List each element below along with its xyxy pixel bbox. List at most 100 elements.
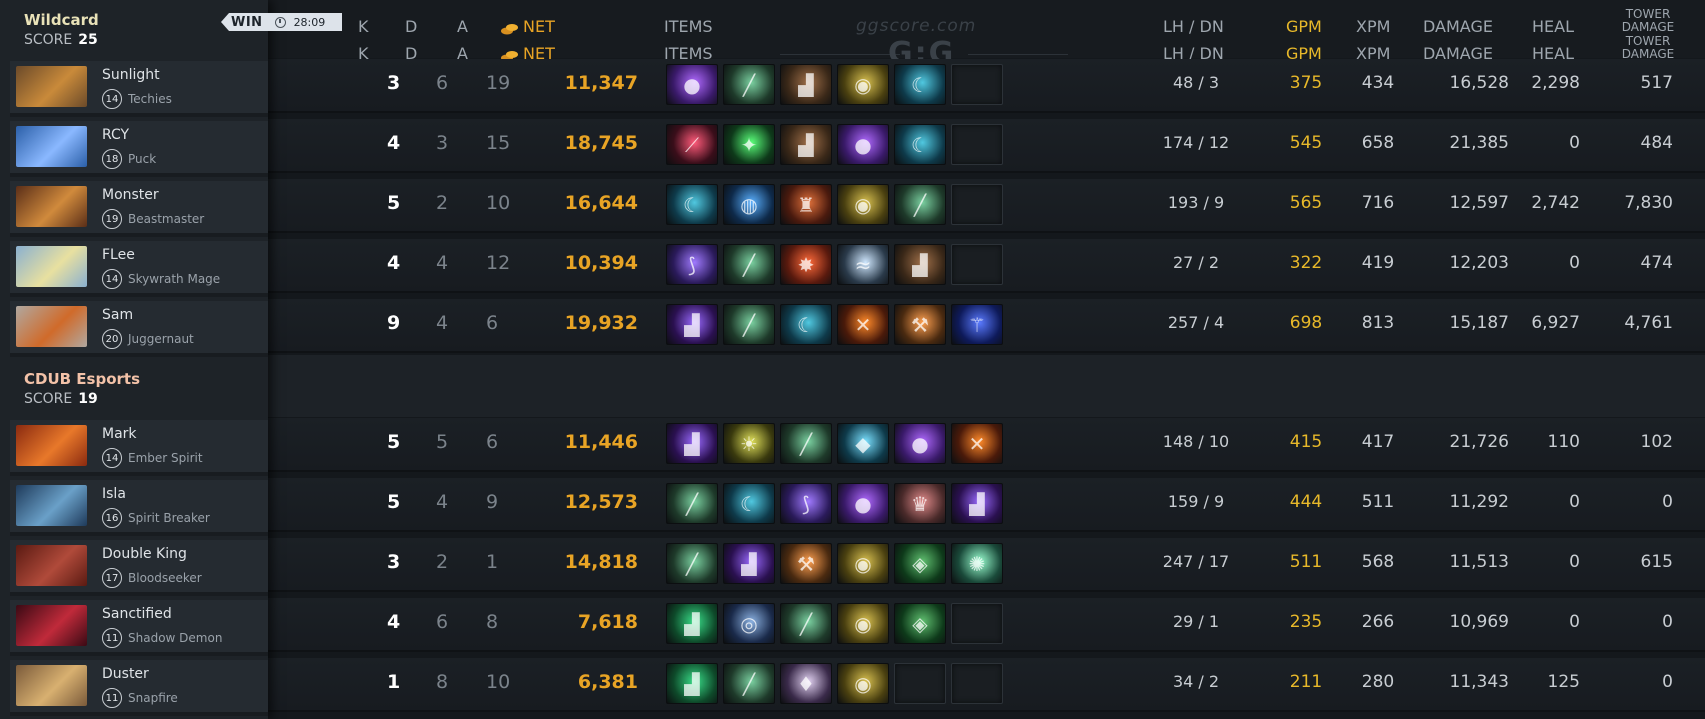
item-glyph: ☾ (911, 132, 929, 157)
assists-value: 6 (486, 312, 499, 334)
xpm-value: 280 (1361, 672, 1395, 692)
item-slots: ▟ ◎ ╱ ◉ ◈ (666, 603, 1003, 645)
player-card[interactable]: Sanctified 11 Shadow Demon (10, 600, 268, 656)
cloak-item-icon[interactable]: ◈ (894, 543, 946, 584)
kills-value: 5 (387, 192, 401, 214)
player-card[interactable]: Mark 14 Ember Spirit (10, 420, 268, 476)
assists-value: 10 (486, 192, 511, 214)
table-row[interactable]: 4 4 12 10,394 27 / 2 322 419 12,203 0 474 ⟆ ╱ ✸ ≈ ▟ (268, 239, 1705, 293)
staff-item-icon[interactable]: ╱ (780, 423, 832, 464)
boots-item-icon[interactable]: ▟ (780, 124, 832, 165)
heal-value: 125 (1547, 672, 1580, 692)
item-glyph: ╱ (742, 312, 756, 337)
cloak-item-icon[interactable]: ◈ (894, 603, 946, 644)
axe-item-icon[interactable]: ⚒ (780, 543, 832, 584)
table-row[interactable]: 5 5 6 11,446 148 / 10 415 417 21,726 110 102 ▟ ☀ ╱ ◆ ●… (268, 418, 1705, 472)
player-card[interactable]: Sunlight 14 Techies (10, 61, 268, 117)
player-card[interactable]: Sam 20 Juggernaut (10, 301, 268, 357)
robe-item-icon[interactable]: ♦ (780, 663, 832, 704)
staff-item-icon[interactable]: ╱ (894, 184, 946, 225)
scythe-item-icon[interactable]: ⟆ (666, 244, 718, 285)
scythe-item-icon[interactable]: ⟆ (780, 483, 832, 524)
item-glyph: ◆ (855, 431, 871, 456)
staff-item-icon[interactable]: ╱ (723, 244, 775, 285)
wind-item-icon[interactable]: ≈ (837, 244, 889, 285)
gpm-value: 211 (1289, 672, 1323, 692)
staff-item-icon[interactable]: ╱ (666, 543, 718, 584)
axe-item-icon[interactable]: ⚒ (894, 304, 946, 345)
blade-item-icon[interactable]: ☾ (894, 64, 946, 105)
deaths-value: 6 (436, 611, 449, 633)
table-row[interactable]: 3 6 19 11,347 48 / 3 375 434 16,528 2,298 517 ● ╱ ▟ ◉… (268, 59, 1705, 113)
player-card[interactable]: Monster 19 Beastmaster (10, 181, 268, 237)
orb-item-icon[interactable]: ● (666, 64, 718, 105)
table-row[interactable]: 3 2 1 14,818 247 / 17 511 568 11,513 0 615 ╱ ▟ ⚒ ◉ ◈ ✺ (268, 538, 1705, 592)
orb-item-icon[interactable]: ● (894, 423, 946, 464)
staff-item-icon[interactable]: ╱ (666, 483, 718, 524)
staff-item-icon[interactable]: ╱ (723, 64, 775, 105)
mask-item-icon[interactable]: ◉ (837, 184, 889, 225)
hero-level: 19 (102, 209, 122, 229)
player-card[interactable]: Isla 16 Spirit Breaker (10, 480, 268, 536)
blade-item-icon[interactable]: ☾ (780, 304, 832, 345)
boots-green-item-icon[interactable]: ▟ (666, 663, 718, 704)
boots-purple-item-icon[interactable]: ▟ (723, 543, 775, 584)
kills-value: 1 (387, 671, 401, 693)
net-worth-value: 11,446 (564, 431, 638, 453)
mask-item-icon[interactable]: ◉ (837, 663, 889, 704)
crossed-blades-item-icon[interactable]: ✕ (951, 423, 1003, 464)
globe-item-icon[interactable]: ◍ (723, 184, 775, 225)
score-value: 19 (78, 391, 98, 407)
crossed-blades-item-icon[interactable]: ✕ (837, 304, 889, 345)
armor-item-icon[interactable]: ♛ (894, 483, 946, 524)
crystal-item-icon[interactable]: ◆ (837, 423, 889, 464)
table-row[interactable]: 9 4 6 19,932 257 / 4 698 813 15,187 6,927 4,761 ▟ ╱… (268, 299, 1705, 353)
scepter-item-icon[interactable]: ⚚ (951, 304, 1003, 345)
boots-purple-item-icon[interactable]: ▟ (666, 423, 718, 464)
xpm-value: 511 (1361, 492, 1395, 512)
radiance-item-icon[interactable]: ☀ (723, 423, 775, 464)
hero-name: Bloodseeker (128, 571, 202, 585)
lens-item-icon[interactable]: ◎ (723, 603, 775, 644)
player-card[interactable]: Duster 11 Snapfire (10, 660, 268, 716)
staff-item-icon[interactable]: ╱ (723, 304, 775, 345)
orb-item-icon[interactable]: ● (837, 483, 889, 524)
table-row[interactable]: 5 4 9 12,573 159 / 9 444 511 11,292 0 0 ╱ ☾ ⟆ ● ♛ ▟ (268, 478, 1705, 532)
item-glyph: ⟆ (802, 491, 810, 516)
shield-item-icon[interactable]: ✸ (780, 244, 832, 285)
blade-item-icon[interactable]: ☾ (666, 184, 718, 225)
table-row[interactable]: 5 2 10 16,644 193 / 9 565 716 12,597 2,742 7,830 ☾… (268, 179, 1705, 233)
blade-item-icon[interactable]: ☾ (723, 483, 775, 524)
item-glyph: ▟ (798, 72, 814, 97)
watermark-text: ggscore.com (856, 16, 977, 36)
dagger-item-icon[interactable]: ⟋ (666, 124, 718, 165)
table-row[interactable]: 1 8 10 6,381 34 / 2 211 280 11,343 125 0 ▟ ╱ ♦ ◉ (268, 658, 1705, 712)
col-header-kills: K (358, 17, 369, 36)
table-row[interactable]: 4 3 15 18,745 174 / 12 545 658 21,385 0 484 ⟋ ✦ ▟ ● ☾ (268, 119, 1705, 173)
boots-purple-item-icon[interactable]: ▟ (951, 483, 1003, 524)
player-card[interactable]: RCY 18 Puck (10, 121, 268, 177)
boots-item-icon[interactable]: ▟ (894, 244, 946, 285)
orb-item-icon[interactable]: ● (837, 124, 889, 165)
gem-item-icon[interactable]: ✦ (723, 124, 775, 165)
mask-item-icon[interactable]: ◉ (837, 64, 889, 105)
deaths-value: 4 (436, 312, 449, 334)
boots-green-item-icon[interactable]: ▟ (666, 603, 718, 644)
mask-item-icon[interactable]: ◉ (837, 603, 889, 644)
staff-item-icon[interactable]: ╱ (723, 663, 775, 704)
player-card[interactable]: Double King 17 Bloodseeker (10, 540, 268, 596)
boots-item-icon[interactable]: ▟ (780, 64, 832, 105)
spark-item-icon[interactable]: ✺ (951, 543, 1003, 584)
xpm-value: 813 (1361, 313, 1395, 333)
blade-item-icon[interactable]: ☾ (894, 124, 946, 165)
deaths-value: 3 (436, 132, 449, 154)
mask-item-icon[interactable]: ◉ (837, 543, 889, 584)
gpm-value: 545 (1289, 133, 1323, 153)
net-worth-value: 14,818 (564, 551, 638, 573)
boots-purple-item-icon[interactable]: ▟ (666, 304, 718, 345)
helm-item-icon[interactable]: ♜ (780, 184, 832, 225)
item-glyph: ╱ (742, 252, 756, 277)
staff-item-icon[interactable]: ╱ (780, 603, 832, 644)
table-row[interactable]: 4 6 8 7,618 29 / 1 235 266 10,969 0 0 ▟ ◎ ╱ ◉ ◈ (268, 598, 1705, 652)
player-card[interactable]: FLee 14 Skywrath Mage (10, 241, 268, 297)
